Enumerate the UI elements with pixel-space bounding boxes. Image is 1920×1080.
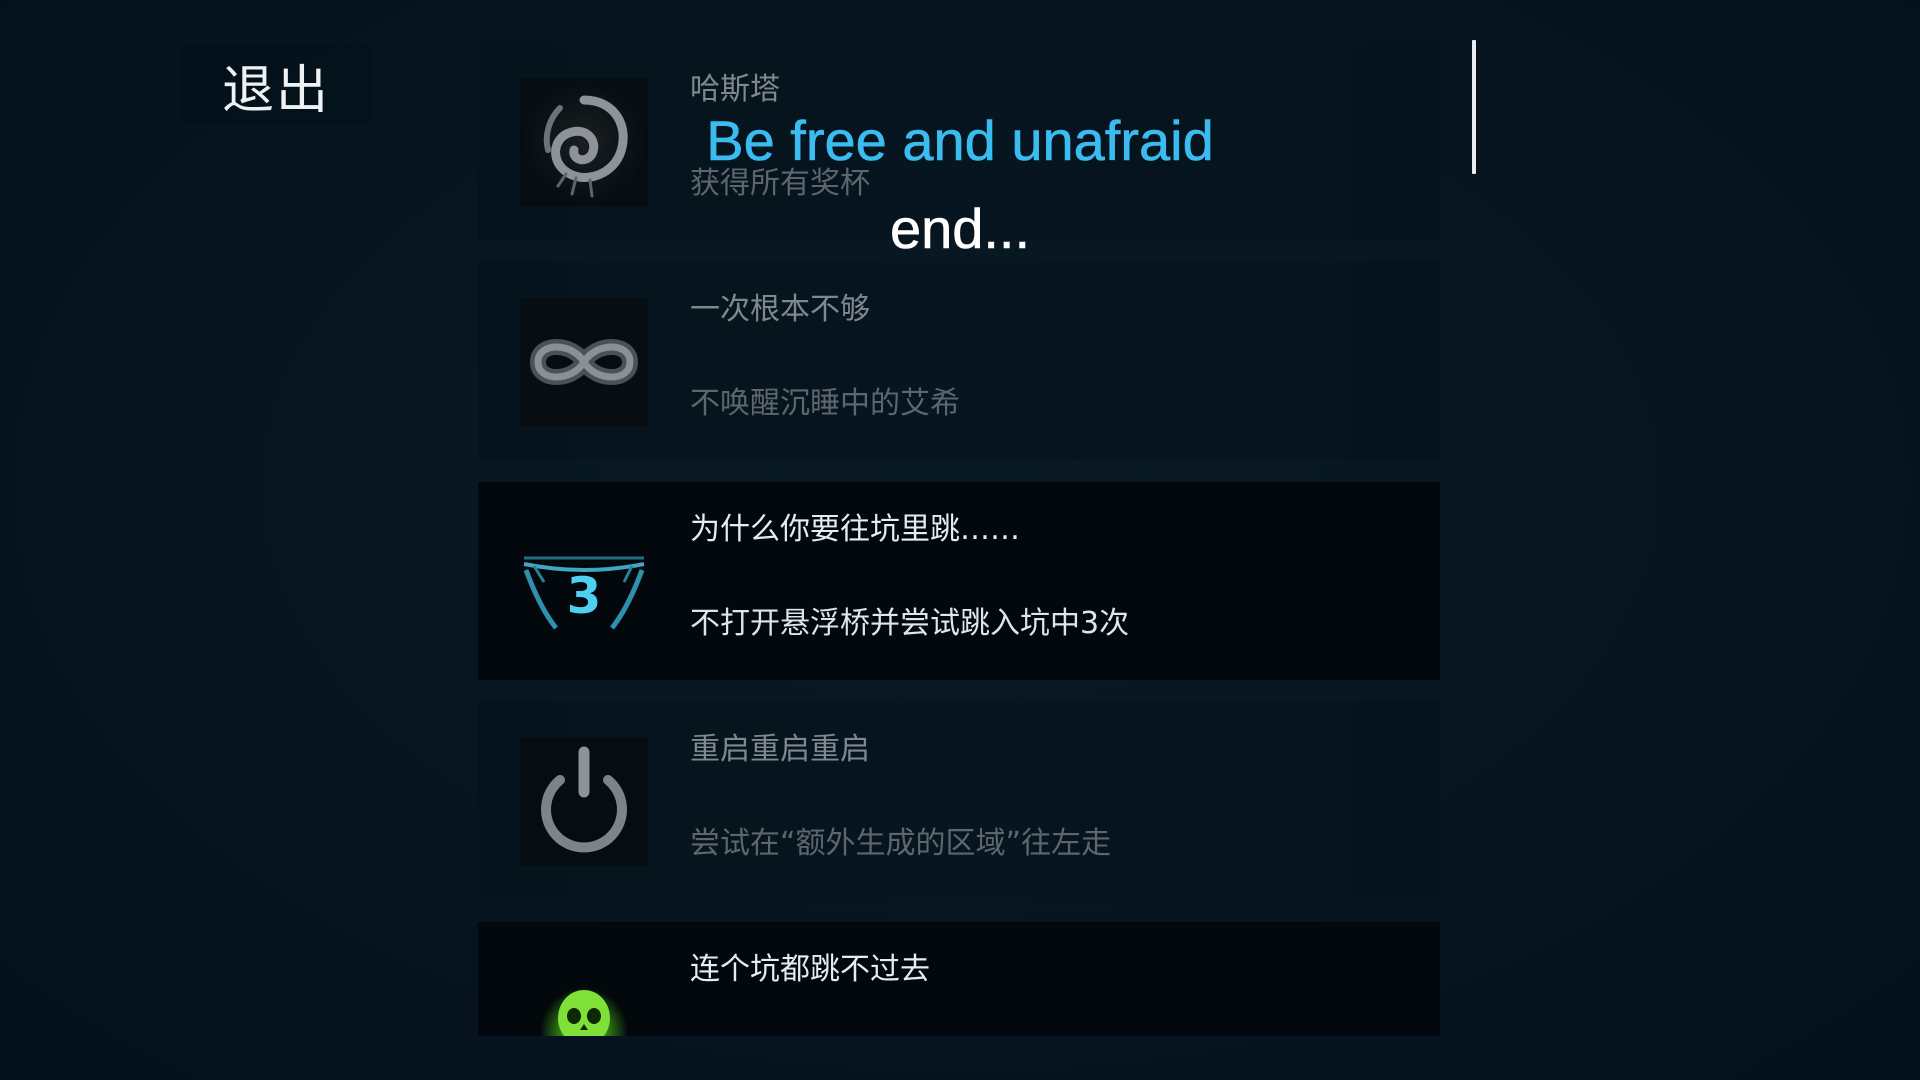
infinity-icon — [520, 298, 648, 426]
achievement-card-pit-jump[interactable]: 3 为什么你要往坑里跳…… 不打开悬浮桥并尝试跳入坑中3次 — [478, 482, 1440, 680]
green-skull-icon — [520, 958, 648, 1036]
achievement-title: 为什么你要往坑里跳…… — [690, 512, 1020, 547]
achievement-title: 一次根本不够 — [690, 292, 870, 327]
scrollbar-thumb[interactable] — [1472, 40, 1476, 174]
achievement-list[interactable]: 哈斯塔 获得所有奖杯 一次根本不够 不唤醒沉睡中的艾希 3 为什么你要往坑里跳…… — [478, 42, 1440, 1036]
achievement-card-hastur[interactable]: 哈斯塔 获得所有奖杯 — [478, 42, 1440, 240]
svg-text:3: 3 — [567, 567, 602, 625]
hastur-swirl-icon — [520, 78, 648, 206]
achievement-card-restart[interactable]: 重启重启重启 尝试在“额外生成的区域”往左走 — [478, 702, 1440, 900]
pit-jump-3-icon: 3 — [520, 518, 648, 646]
achievement-description: 尝试在“额外生成的区域”往左走 — [690, 826, 1112, 861]
achievement-description: 不唤醒沉睡中的艾希 — [690, 386, 960, 421]
exit-label: 退出 — [221, 60, 330, 121]
achievement-card-once-not-enough[interactable]: 一次根本不够 不唤醒沉睡中的艾希 — [478, 262, 1440, 460]
achievement-title: 重启重启重启 — [690, 732, 870, 767]
exit-button[interactable]: 退出 — [181, 45, 371, 125]
achievement-title: 连个坑都跳不过去 — [690, 952, 930, 987]
achievement-title: 哈斯塔 — [690, 72, 780, 107]
achievement-description: 不打开悬浮桥并尝试跳入坑中3次 — [690, 606, 1130, 641]
power-icon — [520, 738, 648, 866]
achievement-description: 获得所有奖杯 — [690, 166, 870, 201]
achievement-card-cant-jump-pit[interactable]: 连个坑都跳不过去 — [478, 922, 1440, 1036]
